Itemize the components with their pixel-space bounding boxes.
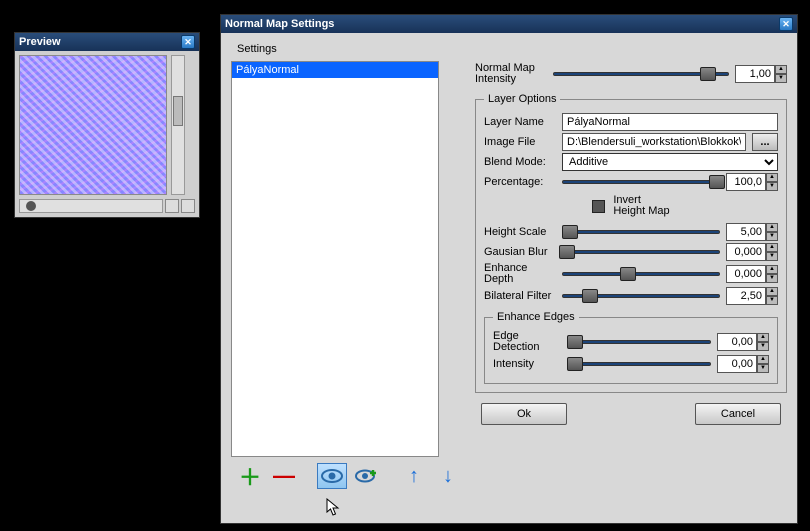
settings-menu[interactable]: Settings [231, 39, 787, 61]
preview-horizontal-scrollbar[interactable] [19, 199, 163, 213]
preview-layer-add-button[interactable] [351, 463, 381, 489]
invert-heightmap-checkbox[interactable] [592, 200, 605, 213]
remove-layer-button[interactable]: — [269, 463, 299, 489]
preview-image [19, 55, 167, 195]
edge-intensity-input[interactable] [717, 355, 757, 373]
layer-name-input[interactable] [562, 113, 778, 131]
gausian-blur-input[interactable] [726, 243, 766, 261]
scroll-right-icon[interactable] [181, 199, 195, 213]
enhance-depth-label: Enhance Depth [484, 263, 556, 285]
layer-options-group: Layer Options Layer Name Image File ... … [475, 93, 787, 393]
spinner[interactable]: ▲▼ [766, 265, 778, 283]
cancel-button[interactable]: Cancel [695, 403, 781, 425]
edge-intensity-label: Intensity [493, 358, 565, 370]
layer-options-legend: Layer Options [484, 93, 560, 105]
settings-titlebar[interactable]: Normal Map Settings [221, 15, 797, 33]
eye-plus-icon [354, 467, 378, 485]
spinner[interactable]: ▲▼ [766, 243, 778, 261]
bilateral-filter-label: Bilateral Filter [484, 290, 556, 302]
enhance-depth-input[interactable] [726, 265, 766, 283]
settings-title: Normal Map Settings [225, 15, 334, 33]
eye-icon [320, 467, 344, 485]
arrow-up-icon: ↑ [409, 465, 419, 488]
preview-layer-button[interactable] [317, 463, 347, 489]
height-scale-input[interactable] [726, 223, 766, 241]
blend-mode-select[interactable]: Additive [562, 153, 778, 171]
plus-icon: ＋ [239, 460, 261, 492]
invert-heightmap-label: Invert Height Map [613, 195, 669, 217]
ok-button[interactable]: Ok [481, 403, 567, 425]
height-scale-label: Height Scale [484, 226, 556, 238]
bilateral-filter-input[interactable] [726, 287, 766, 305]
blend-mode-label: Blend Mode: [484, 156, 556, 168]
move-down-button[interactable]: ↓ [433, 463, 463, 489]
layer-name-label: Layer Name [484, 116, 556, 128]
move-up-button[interactable]: ↑ [399, 463, 429, 489]
spinner[interactable]: ▲▼ [766, 173, 778, 191]
image-file-input[interactable] [562, 133, 746, 151]
spinner[interactable]: ▲▼ [757, 355, 769, 373]
normal-map-intensity-input[interactable] [735, 65, 775, 83]
close-icon[interactable] [181, 35, 195, 49]
image-file-label: Image File [484, 136, 556, 148]
enhance-edges-group: Enhance Edges Edge Detection ▲▼ Intensit… [484, 311, 778, 384]
edge-detection-slider[interactable] [571, 335, 711, 349]
edge-intensity-slider[interactable] [571, 357, 711, 371]
edge-detection-input[interactable] [717, 333, 757, 351]
preview-vertical-scrollbar[interactable] [171, 55, 185, 195]
enhance-edges-legend: Enhance Edges [493, 311, 579, 323]
browse-button[interactable]: ... [752, 133, 778, 151]
preview-titlebar[interactable]: Preview [15, 33, 199, 51]
spinner[interactable]: ▲▼ [775, 65, 787, 83]
close-icon[interactable] [779, 17, 793, 31]
add-layer-button[interactable]: ＋ [235, 463, 265, 489]
preview-window: Preview [14, 32, 200, 218]
spinner[interactable]: ▲▼ [766, 287, 778, 305]
scroll-left-icon[interactable] [165, 199, 179, 213]
spinner[interactable]: ▲▼ [757, 333, 769, 351]
percentage-label: Percentage: [484, 176, 556, 188]
layer-list[interactable]: PályaNormal [231, 61, 439, 457]
enhance-depth-slider[interactable] [562, 267, 720, 281]
gausian-blur-label: Gausian Blur [484, 246, 556, 258]
height-scale-slider[interactable] [562, 225, 720, 239]
percentage-slider[interactable] [562, 175, 720, 189]
list-item[interactable]: PályaNormal [232, 62, 438, 78]
arrow-down-icon: ↓ [443, 465, 453, 488]
gausian-blur-slider[interactable] [562, 245, 720, 259]
spinner[interactable]: ▲▼ [766, 223, 778, 241]
minus-icon: — [273, 463, 295, 489]
preview-title: Preview [19, 33, 61, 51]
normal-map-intensity-slider[interactable] [553, 67, 729, 81]
bilateral-filter-slider[interactable] [562, 289, 720, 303]
percentage-input[interactable] [726, 173, 766, 191]
edge-detection-label: Edge Detection [493, 331, 565, 353]
normal-map-intensity-label: Normal Map Intensity [475, 63, 547, 85]
settings-window: Normal Map Settings Settings PályaNormal… [220, 14, 798, 524]
